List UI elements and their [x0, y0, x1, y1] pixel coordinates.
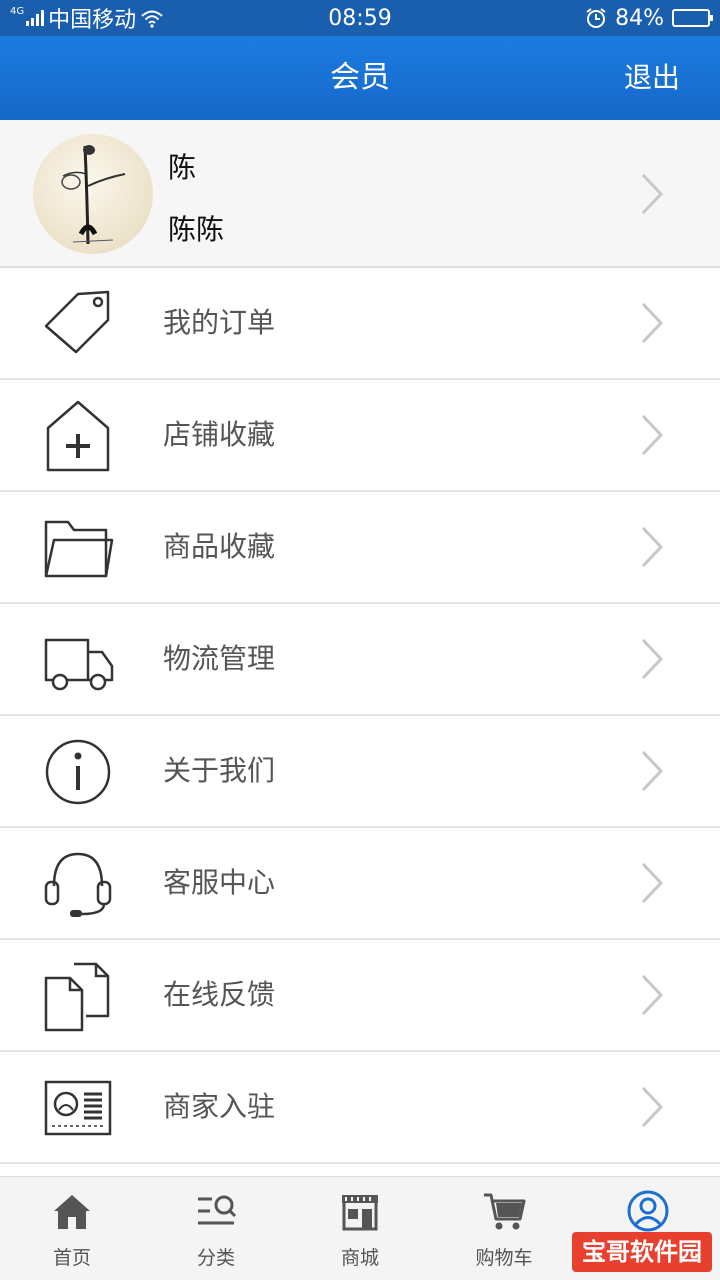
status-left: 4G 中国移动	[10, 2, 164, 34]
menu-item-label: 客服中心	[163, 866, 276, 899]
headset-icon	[44, 852, 112, 917]
chevron-right-icon	[641, 862, 664, 904]
menu-item-label: 店铺收藏	[163, 418, 276, 451]
chevron-right-icon	[641, 974, 664, 1016]
tab-label: 分类	[196, 1247, 235, 1269]
battery-percent: 84%	[615, 5, 664, 31]
chevron-right-icon	[641, 173, 664, 215]
wifi-icon	[141, 10, 163, 28]
tab-label: 商城	[340, 1247, 379, 1269]
tab-label: 购物车	[475, 1247, 533, 1269]
id-card-icon	[44, 1080, 112, 1136]
category-search-icon	[198, 1195, 237, 1225]
page-title: 会员	[330, 60, 390, 95]
watermark-logo: 宝哥软件园	[572, 1232, 712, 1272]
user-icon	[627, 1190, 669, 1232]
menu-item-label: 商品收藏	[163, 530, 276, 563]
chevron-right-icon	[641, 750, 664, 792]
tag-icon	[44, 290, 110, 354]
store-add-icon	[46, 400, 110, 472]
logout-button[interactable]: 退出	[624, 36, 680, 120]
chevron-right-icon	[641, 1086, 664, 1128]
menu-item-my-orders[interactable]: 我的订单	[0, 268, 720, 380]
shop-icon	[342, 1195, 378, 1231]
tab-category[interactable]: 分类	[144, 1177, 288, 1280]
documents-icon	[44, 962, 110, 1032]
home-icon	[54, 1195, 90, 1229]
chevron-right-icon	[641, 638, 664, 680]
tab-mall[interactable]: 商城	[288, 1177, 432, 1280]
menu-item-store-favorites[interactable]: 店铺收藏	[0, 380, 720, 492]
tab-cart[interactable]: 购物车	[432, 1177, 576, 1280]
carrier-name: 中国移动	[48, 8, 137, 33]
status-bar: 4G 中国移动 08:59 84%	[0, 0, 720, 36]
tab-home[interactable]: 首页	[0, 1177, 144, 1280]
profile-name-primary: 陈	[168, 151, 197, 184]
menu-item-merchant-join[interactable]: 商家入驻	[0, 1052, 720, 1164]
profile-name-secondary: 陈陈	[168, 213, 225, 246]
menu-item-logistics[interactable]: 物流管理	[0, 604, 720, 716]
menu-item-label: 在线反馈	[163, 978, 276, 1011]
menu-item-label: 关于我们	[163, 754, 276, 787]
battery-icon	[672, 9, 713, 27]
folder-icon	[44, 520, 114, 578]
member-menu: 我的订单 店铺收藏 商品收藏 物流管理 关于我们 客服中心 在线反馈 商家入驻	[0, 268, 720, 1164]
truck-icon	[44, 638, 114, 691]
menu-item-customer-service[interactable]: 客服中心	[0, 828, 720, 940]
alarm-icon	[586, 8, 606, 28]
chevron-right-icon	[641, 414, 664, 456]
signal-icon	[26, 10, 45, 26]
tab-label: 首页	[52, 1247, 91, 1269]
avatar-art-icon	[61, 145, 126, 245]
network-type: 4G	[10, 5, 25, 17]
menu-item-about-us[interactable]: 关于我们	[0, 716, 720, 828]
chevron-right-icon	[641, 526, 664, 568]
info-icon	[45, 739, 111, 805]
app-header: 会员 退出	[0, 36, 720, 120]
avatar[interactable]	[33, 134, 153, 254]
chevron-right-icon	[641, 302, 664, 344]
menu-item-label: 物流管理	[163, 642, 276, 675]
menu-item-label: 商家入驻	[163, 1090, 276, 1123]
menu-item-label: 我的订单	[163, 306, 276, 339]
status-right: 84%	[585, 5, 713, 31]
menu-item-online-feedback[interactable]: 在线反馈	[0, 940, 720, 1052]
profile-card[interactable]: 陈 陈陈	[0, 120, 720, 268]
menu-item-product-favorites[interactable]: 商品收藏	[0, 492, 720, 604]
cart-icon	[484, 1193, 526, 1230]
